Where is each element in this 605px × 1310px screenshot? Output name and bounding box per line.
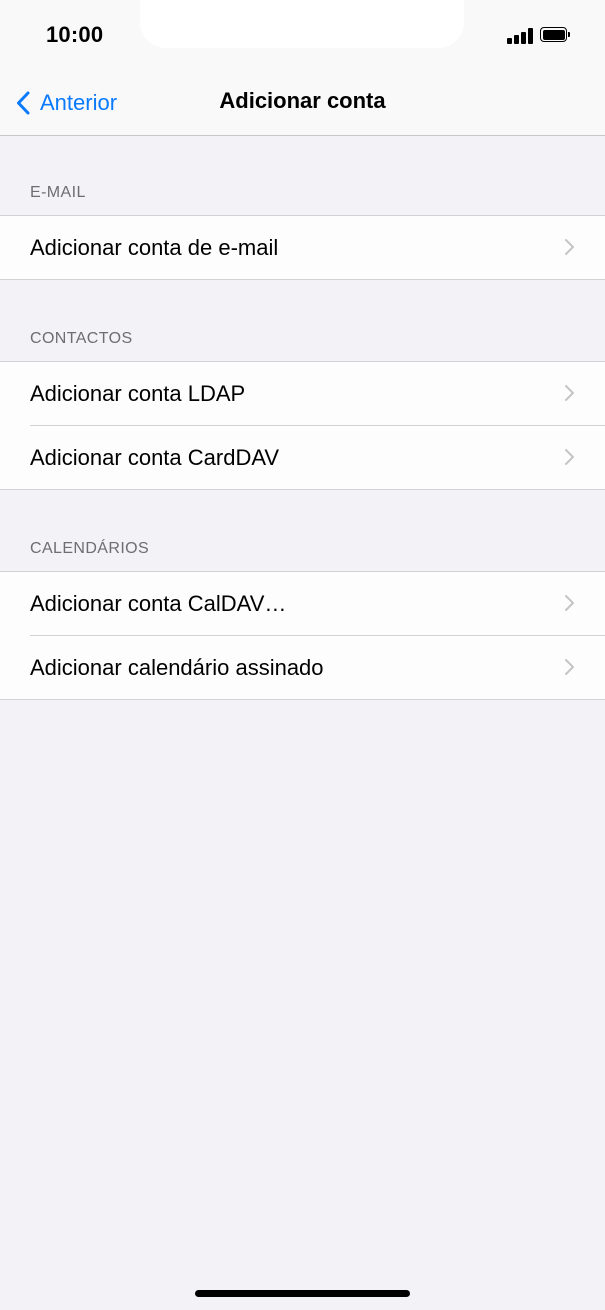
top-bar: 10:00 Anterior Adicionar conta: [0, 0, 605, 136]
contacts-group: Adicionar conta LDAP Adicionar conta Car…: [0, 361, 605, 490]
row-label: Adicionar conta de e-mail: [30, 234, 279, 260]
page-title: Adicionar conta: [219, 88, 386, 113]
add-email-account-row[interactable]: Adicionar conta de e-mail: [0, 216, 605, 279]
add-carddav-account-row[interactable]: Adicionar conta CardDAV: [0, 425, 605, 489]
chevron-right-icon: [565, 449, 574, 465]
cellular-signal-icon: [507, 28, 533, 44]
status-time: 10:00: [46, 22, 104, 47]
add-subscribed-calendar-row[interactable]: Adicionar calendário assinado: [0, 635, 605, 699]
notch: [140, 0, 464, 48]
section-header-email: E-MAIL: [30, 184, 86, 201]
add-caldav-account-row[interactable]: Adicionar conta CalDAV…: [0, 572, 605, 635]
chevron-right-icon: [565, 659, 574, 675]
email-group: Adicionar conta de e-mail: [0, 215, 605, 280]
add-ldap-account-row[interactable]: Adicionar conta LDAP: [0, 362, 605, 425]
chevron-right-icon: [565, 595, 574, 611]
battery-icon: [540, 27, 571, 42]
row-label: Adicionar conta LDAP: [30, 380, 246, 406]
row-label: Adicionar conta CalDAV…: [30, 590, 287, 616]
row-label: Adicionar calendário assinado: [30, 654, 324, 680]
home-indicator[interactable]: [195, 1290, 410, 1297]
screen: 10:00 Anterior Adicionar conta E-MAIL Ad…: [0, 0, 605, 1310]
section-header-calendars: CALENDÁRIOS: [30, 540, 150, 557]
calendars-group: Adicionar conta CalDAV… Adicionar calend…: [0, 571, 605, 700]
chevron-right-icon: [565, 385, 574, 401]
row-label: Adicionar conta CardDAV: [30, 444, 280, 470]
chevron-right-icon: [565, 239, 574, 255]
section-header-contacts: CONTACTOS: [30, 330, 133, 347]
